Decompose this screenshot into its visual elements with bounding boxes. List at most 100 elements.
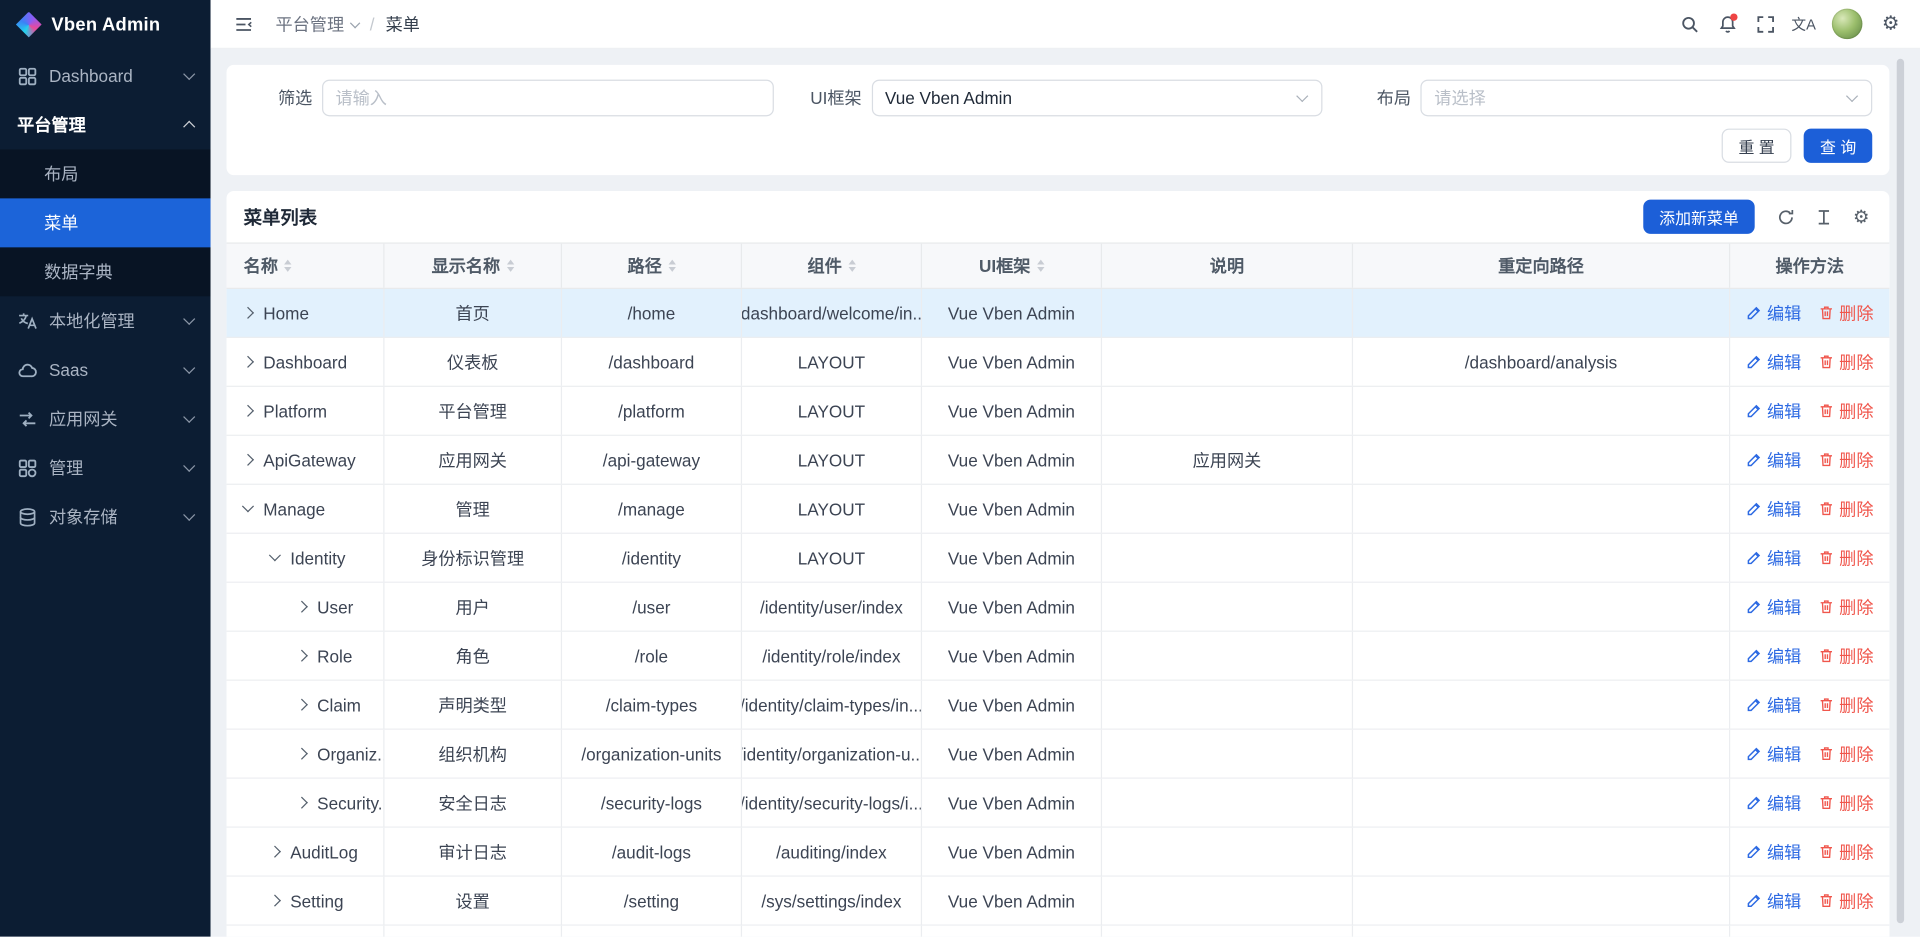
expand-caret-icon[interactable] bbox=[269, 549, 281, 561]
app-logo[interactable]: Vben Admin bbox=[0, 0, 211, 49]
delete-link[interactable]: 删除 bbox=[1818, 546, 1873, 570]
delete-link[interactable]: 删除 bbox=[1818, 839, 1873, 863]
edit-link[interactable]: 编辑 bbox=[1746, 594, 1801, 618]
expand-caret-icon[interactable] bbox=[242, 454, 254, 466]
cell bbox=[1102, 289, 1353, 337]
column-header-5[interactable]: UI框架 bbox=[922, 244, 1102, 288]
edit-link[interactable]: 编辑 bbox=[1746, 741, 1801, 765]
delete-link[interactable]: 删除 bbox=[1818, 350, 1873, 374]
delete-link[interactable]: 删除 bbox=[1818, 497, 1873, 521]
edit-link[interactable]: 编辑 bbox=[1746, 546, 1801, 570]
sidebar-item-label: 管理 bbox=[49, 456, 185, 480]
sidebar-item-dashboard[interactable]: Dashboard bbox=[0, 51, 211, 100]
settings-button[interactable]: ⚙ bbox=[1873, 7, 1907, 41]
app-scale-wrapper: Vben Admin Dashboard 平台管理 布局 菜单 bbox=[0, 0, 1920, 937]
cell: 用户 bbox=[384, 583, 562, 631]
sidebar-item-gateway[interactable]: 应用网关 bbox=[0, 394, 211, 443]
edit-link[interactable]: 编辑 bbox=[1746, 399, 1801, 423]
sidebar-item-manage[interactable]: 管理 bbox=[0, 443, 211, 492]
avatar[interactable] bbox=[1832, 9, 1863, 40]
sidebar-item-platform[interactable]: 平台管理 bbox=[0, 100, 211, 149]
edit-link[interactable]: 编辑 bbox=[1746, 350, 1801, 374]
refresh-button[interactable] bbox=[1774, 206, 1796, 228]
cell-name: Setting bbox=[227, 877, 385, 925]
sidebar-item-label: 布局 bbox=[44, 162, 78, 186]
sidebar-item-menu[interactable]: 菜单 bbox=[0, 198, 211, 247]
language-button[interactable]: 文A bbox=[1787, 7, 1821, 41]
expand-caret-icon[interactable] bbox=[242, 405, 254, 417]
sort-carets[interactable] bbox=[668, 260, 675, 272]
expand-caret-icon[interactable] bbox=[296, 601, 308, 613]
column-label: 名称 bbox=[244, 253, 278, 277]
column-header-1[interactable]: 名称 bbox=[227, 244, 385, 288]
sidebar-item-label: Saas bbox=[49, 360, 185, 380]
expand-caret-icon[interactable] bbox=[242, 356, 254, 368]
sort-desc-icon bbox=[506, 267, 513, 272]
row-name-text: Identity bbox=[290, 548, 345, 568]
delete-link[interactable]: 删除 bbox=[1818, 888, 1873, 912]
edit-link[interactable]: 编辑 bbox=[1746, 692, 1801, 716]
delete-link[interactable]: 删除 bbox=[1818, 448, 1873, 472]
sidebar-item-layout[interactable]: 布局 bbox=[0, 149, 211, 198]
delete-link[interactable]: 删除 bbox=[1818, 741, 1873, 765]
sidebar-item-saas[interactable]: Saas bbox=[0, 345, 211, 394]
row-height-button[interactable] bbox=[1812, 206, 1834, 228]
delete-link[interactable]: 删除 bbox=[1818, 301, 1873, 325]
filter-item-framework: UI框架 Vue Vben Admin bbox=[793, 80, 1323, 117]
table-row: Role角色/role/identity/role/indexVue Vben … bbox=[227, 632, 1890, 681]
edit-link[interactable]: 编辑 bbox=[1746, 497, 1801, 521]
vben-admin-app: Vben Admin Dashboard 平台管理 布局 菜单 bbox=[0, 0, 1920, 937]
column-header-2[interactable]: 显示名称 bbox=[384, 244, 562, 288]
expand-caret-icon[interactable] bbox=[242, 307, 254, 319]
column-header-3[interactable]: 路径 bbox=[562, 244, 742, 288]
breadcrumb-section[interactable]: 平台管理 bbox=[276, 12, 359, 36]
page-content: 筛选 UI框架 Vue Vben Admin 布局 请选择 bbox=[211, 49, 1920, 937]
table-row-partial bbox=[227, 926, 1890, 937]
edit-link[interactable]: 编辑 bbox=[1746, 839, 1801, 863]
sidebar-item-dictionary[interactable]: 数据字典 bbox=[0, 247, 211, 296]
expand-caret-icon[interactable] bbox=[296, 699, 308, 711]
search-button[interactable] bbox=[1673, 7, 1707, 41]
expand-caret-icon[interactable] bbox=[296, 748, 308, 760]
cell-actions: 编辑删除 bbox=[1730, 387, 1889, 435]
expand-caret-icon[interactable] bbox=[269, 846, 281, 858]
edit-link[interactable]: 编辑 bbox=[1746, 790, 1801, 814]
notifications-button[interactable] bbox=[1711, 7, 1745, 41]
reset-button[interactable]: 重 置 bbox=[1721, 129, 1792, 163]
layout-select[interactable]: 请选择 bbox=[1421, 80, 1872, 117]
cell: 应用网关 bbox=[1102, 436, 1353, 484]
ui-framework-select[interactable]: Vue Vben Admin bbox=[871, 80, 1322, 117]
query-button[interactable]: 查 询 bbox=[1804, 129, 1872, 163]
cell: /identity/user/index bbox=[742, 583, 922, 631]
edit-link[interactable]: 编辑 bbox=[1746, 643, 1801, 667]
delete-link[interactable]: 删除 bbox=[1818, 399, 1873, 423]
cell bbox=[227, 926, 385, 937]
cell bbox=[1102, 730, 1353, 778]
sidebar-item-storage[interactable]: 对象存储 bbox=[0, 492, 211, 541]
delete-link[interactable]: 删除 bbox=[1818, 692, 1873, 716]
edit-link[interactable]: 编辑 bbox=[1746, 448, 1801, 472]
expand-caret-icon[interactable] bbox=[242, 500, 254, 512]
sidebar-collapse-button[interactable] bbox=[227, 7, 261, 41]
fullscreen-button[interactable] bbox=[1749, 7, 1783, 41]
edit-link[interactable]: 编辑 bbox=[1746, 888, 1801, 912]
sort-carets[interactable] bbox=[284, 260, 291, 272]
cell bbox=[1102, 779, 1353, 827]
sort-carets[interactable] bbox=[848, 260, 855, 272]
filter-input[interactable] bbox=[322, 80, 773, 117]
delete-link[interactable]: 删除 bbox=[1818, 643, 1873, 667]
add-menu-button[interactable]: 添加新菜单 bbox=[1643, 200, 1754, 234]
expand-caret-icon[interactable] bbox=[269, 895, 281, 907]
row-name-text: Platform bbox=[263, 401, 327, 421]
sort-carets[interactable] bbox=[506, 260, 513, 272]
edit-link[interactable]: 编辑 bbox=[1746, 301, 1801, 325]
column-settings-button[interactable]: ⚙ bbox=[1850, 206, 1872, 228]
scrollbar-thumb[interactable] bbox=[1897, 59, 1904, 923]
expand-caret-icon[interactable] bbox=[296, 797, 308, 809]
sort-carets[interactable] bbox=[1037, 260, 1044, 272]
expand-caret-icon[interactable] bbox=[296, 650, 308, 662]
column-header-4[interactable]: 组件 bbox=[742, 244, 922, 288]
delete-link[interactable]: 删除 bbox=[1818, 594, 1873, 618]
delete-link[interactable]: 删除 bbox=[1818, 790, 1873, 814]
sidebar-item-localization[interactable]: 本地化管理 bbox=[0, 296, 211, 345]
